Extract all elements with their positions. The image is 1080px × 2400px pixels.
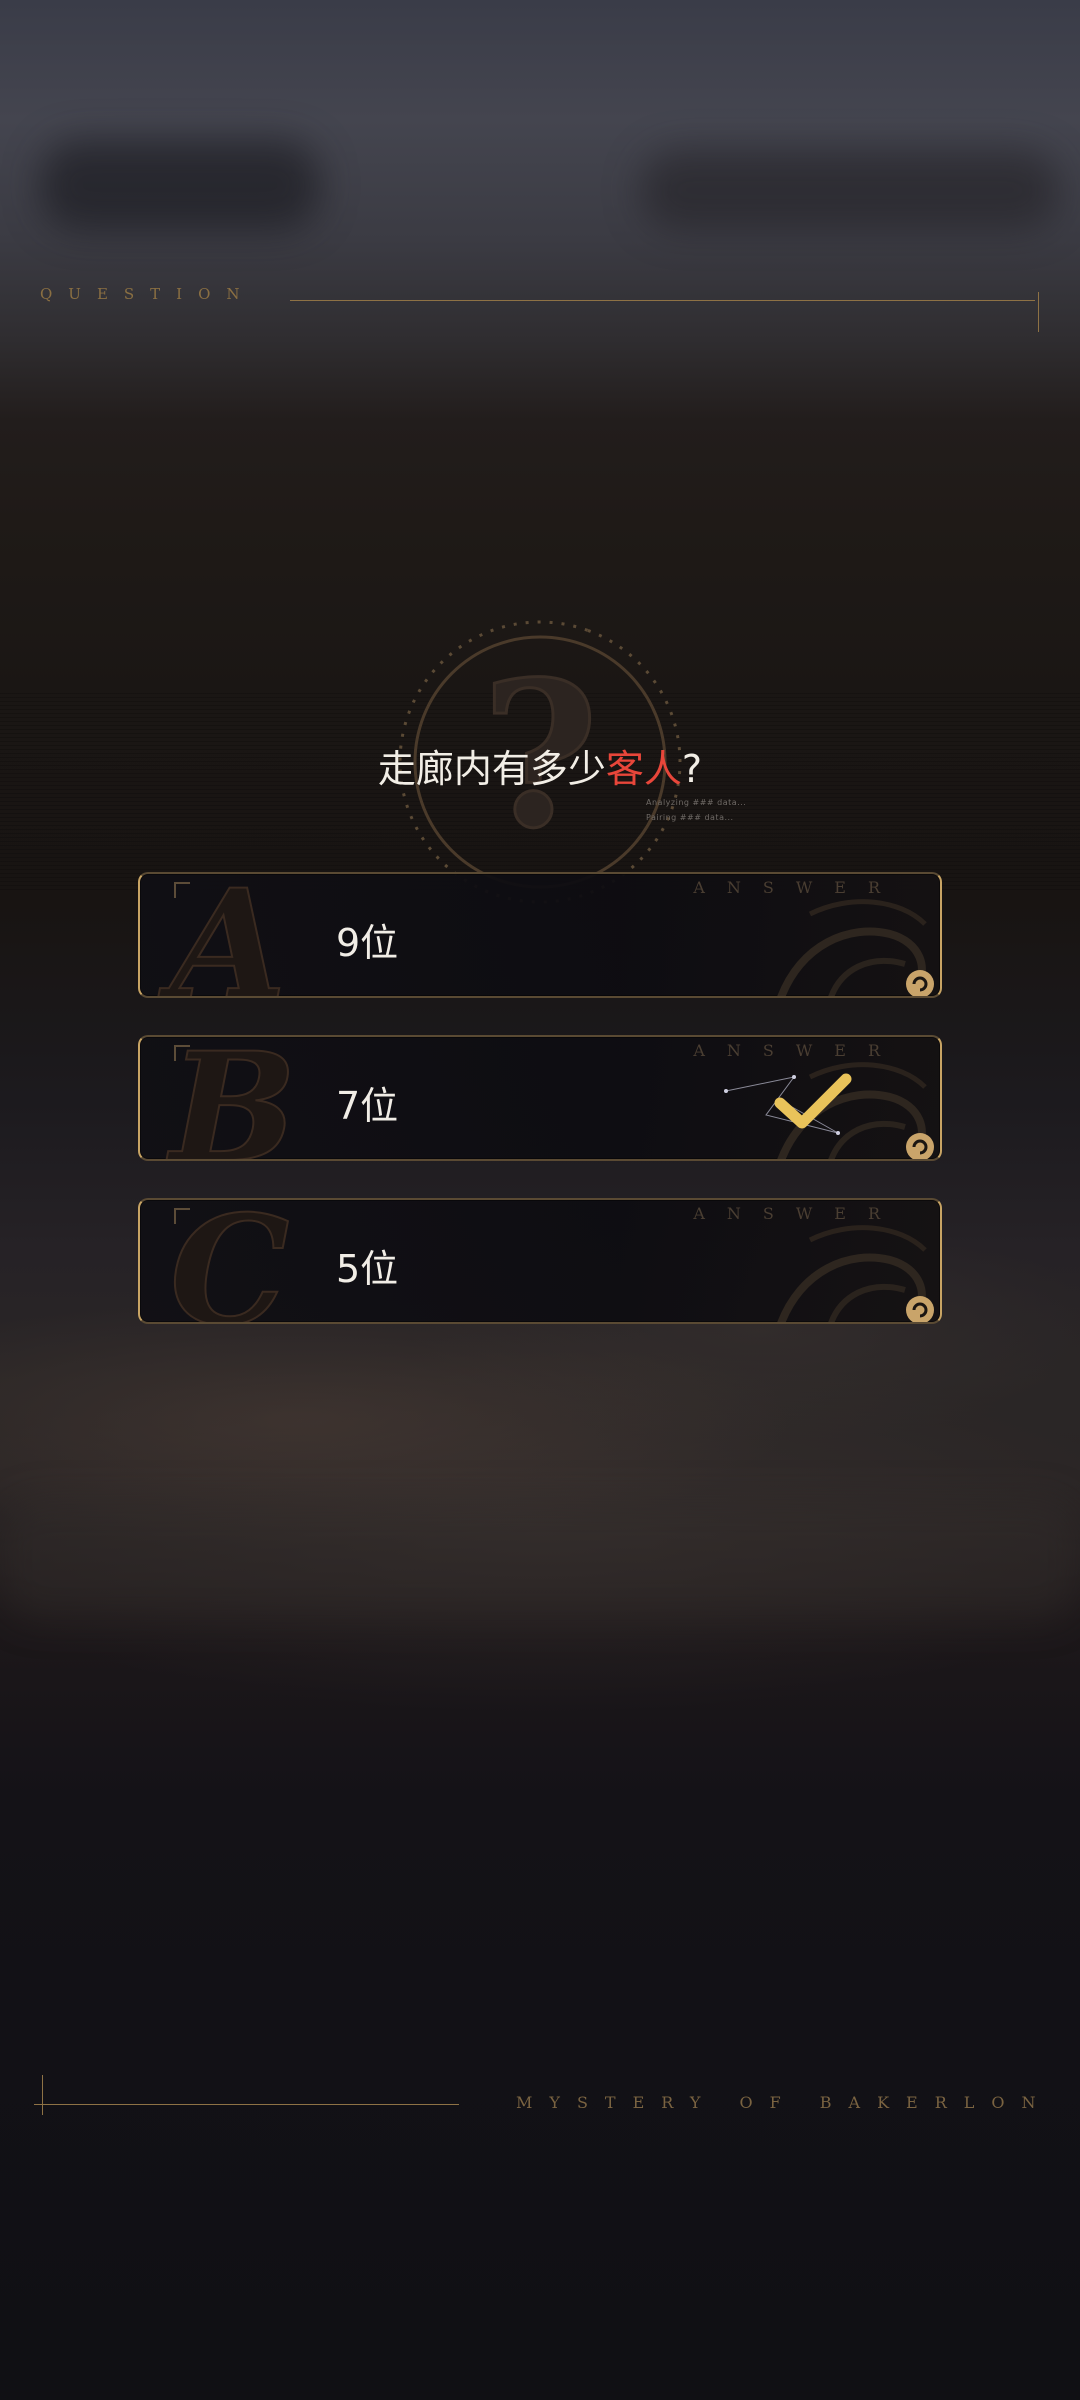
background-blur-right (640, 150, 1060, 230)
hud-analyzing-text: Analyzing ### data... (646, 798, 747, 807)
swirl-ornament-icon (777, 1225, 934, 1322)
answer-text-b: 7位 (336, 1084, 399, 1128)
answer-option-b[interactable]: B ANSWER 7位 (138, 1035, 942, 1161)
swirl-ornament-icon (777, 899, 934, 996)
background-blur-left (40, 140, 320, 230)
question-suffix: ? (681, 747, 703, 791)
question-text: 走廊内有多少客人? (0, 738, 1080, 793)
footer-title: MYSTERY OF BAKERLON (516, 2093, 1053, 2112)
background-blur-shelf (0, 1500, 1080, 1620)
corner-bracket (174, 1045, 190, 1061)
corner-bracket (174, 1208, 190, 1224)
answer-option-a[interactable]: A ANSWER 9位 (138, 872, 942, 998)
answer-text-c: 5位 (336, 1247, 399, 1291)
footer-rule-tick (42, 2075, 43, 2115)
footer-rule (34, 2104, 459, 2105)
answer-option-c[interactable]: C ANSWER 5位 (138, 1198, 942, 1324)
hud-pairing-text: Pairing ### data... (646, 813, 734, 822)
corner-bracket (174, 882, 190, 898)
header-rule-tick (1038, 292, 1039, 332)
checkmark-icon (724, 1073, 852, 1135)
answer-text-a: 9位 (336, 921, 399, 965)
question-main: 走廊内有多少 (377, 747, 606, 791)
header-rule (290, 300, 1035, 301)
question-highlight: 客人 (605, 747, 682, 791)
question-header-label: QUESTION (40, 285, 256, 303)
